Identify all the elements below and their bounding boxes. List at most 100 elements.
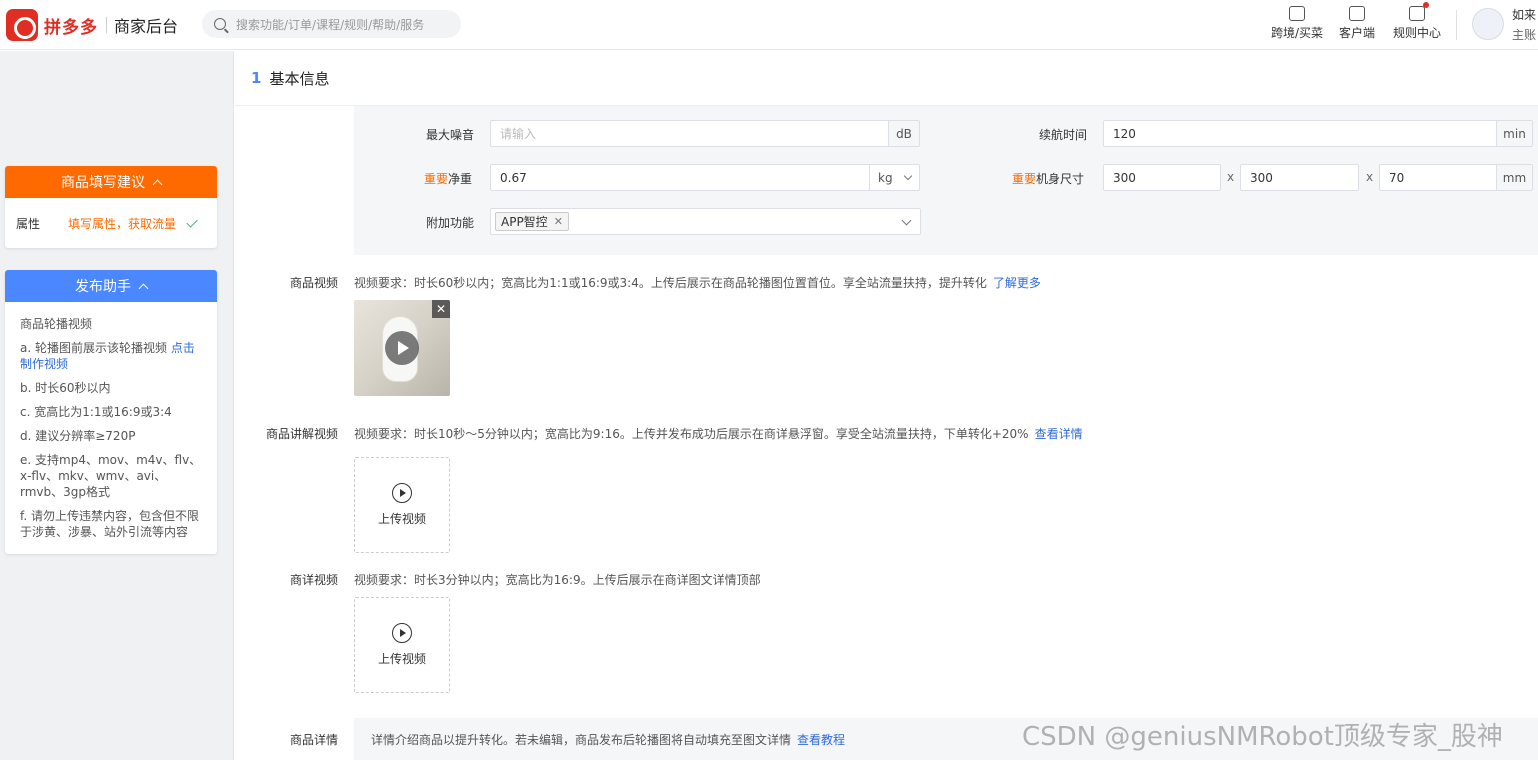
logo-divider	[106, 17, 107, 33]
view-tutorial-link[interactable]: 查看教程	[797, 733, 845, 747]
search-icon	[214, 18, 226, 30]
chevron-down-icon	[903, 171, 912, 180]
helper-card-header[interactable]: 发布助手	[5, 270, 217, 302]
explain-video-desc: 视频要求：时长10秒～5分钟以内；宽高比为9:16。上传并发布成功后展示在商详悬…	[354, 425, 1083, 442]
max-noise-unit: dB	[888, 120, 920, 147]
explain-video-label: 商品讲解视频	[265, 427, 338, 441]
suggestion-card-header[interactable]: 商品填写建议	[5, 166, 217, 198]
helper-item-e: e. 支持mp4、mov、m4v、flv、x-flv、mkv、wmv、avi、r…	[20, 453, 202, 499]
battery-input[interactable]: 120	[1103, 120, 1497, 147]
brand-name: 拼多多	[44, 17, 98, 38]
header-divider	[1456, 10, 1457, 40]
tag-label: APP智控	[501, 215, 548, 229]
helper-item-f: f. 请勿上传违禁内容，包含但不限于涉黄、涉暴、站外引流等内容	[20, 509, 199, 539]
brand-logo[interactable]: 拼多多 商家后台	[6, 9, 178, 41]
suggestion-row-label: 属性	[16, 216, 41, 231]
suggestion-row-tip: 填写属性，获取流量	[68, 216, 177, 231]
size-length-input[interactable]: 300	[1103, 164, 1221, 191]
size-height-input[interactable]: 70	[1379, 164, 1497, 191]
helper-item-d: d. 建议分辨率≥720P	[20, 429, 136, 443]
product-video-desc-text: 视频要求：时长60秒以内；宽高比为1:1或16:9或3:4。上传后展示在商品轮播…	[354, 276, 987, 290]
nav-cross-border[interactable]: 跨境/买菜	[1271, 6, 1323, 41]
main-content: 1 基本信息 最大噪音 请输入 dB 续航时间 120 min 重要净重 0.6…	[234, 51, 1538, 760]
chevron-down-icon	[901, 215, 912, 226]
top-header: 拼多多 商家后台 搜索功能/订单/课程/规则/帮助/服务 跨境/买菜 客户端 规…	[0, 0, 1538, 50]
nav-label: 客户端	[1339, 26, 1376, 40]
helper-heading: 商品轮播视频	[20, 317, 93, 331]
user-name[interactable]: 如来	[1512, 6, 1536, 23]
notification-dot	[1423, 2, 1429, 8]
product-video-desc: 视频要求：时长60秒以内；宽高比为1:1或16:9或3:4。上传后展示在商品轮播…	[354, 274, 1041, 291]
upload-label: 上传视频	[377, 512, 426, 526]
avatar[interactable]	[1472, 8, 1504, 40]
suggestion-card: 商品填写建议 属性 填写属性，获取流量	[5, 166, 217, 248]
weight-label: 重要净重	[424, 170, 472, 187]
attributes-panel: 最大噪音 请输入 dB 续航时间 120 min 重要净重 0.67 kg 重要…	[354, 106, 1538, 255]
close-icon[interactable]: ✕	[554, 215, 563, 228]
upload-label: 上传视频	[377, 652, 426, 666]
weight-unit-value: kg	[878, 170, 893, 185]
product-details-desc-text: 详情介绍商品以提升转化。若未编辑，商品发布后轮播图将自动填充至图文详情	[371, 733, 792, 747]
play-circle-icon	[392, 623, 412, 643]
brand-subtitle: 商家后台	[114, 17, 179, 36]
important-tag: 重要	[1012, 172, 1037, 186]
helper-item-a-text: a. 轮播图前展示该轮播视频	[20, 341, 167, 355]
helper-item-a: a. 轮播图前展示该轮播视频 点击制作视频	[20, 340, 202, 372]
explain-video-desc-text: 视频要求：时长10秒～5分钟以内；宽高比为9:16。上传并发布成功后展示在商详悬…	[354, 427, 1029, 441]
explain-video-upload-button[interactable]: 上传视频	[354, 457, 450, 553]
product-details-desc: 详情介绍商品以提升转化。若未编辑，商品发布后轮播图将自动填充至图文详情 查看教程	[371, 731, 845, 748]
size-width-input[interactable]: 300	[1240, 164, 1359, 191]
weight-input[interactable]: 0.67	[490, 164, 871, 191]
close-icon[interactable]: ✕	[432, 300, 450, 318]
nav-client[interactable]: 客户端	[1339, 6, 1375, 41]
extra-function-label: 附加功能	[426, 216, 475, 230]
publish-helper-card: 发布助手 商品轮播视频 a. 轮播图前展示该轮播视频 点击制作视频 b. 时长6…	[5, 270, 217, 554]
pinduoduo-logo-icon	[6, 9, 38, 41]
section-number: 1	[251, 69, 262, 87]
watermark: CSDN @geniusNMRobot顶级专家_股神	[1022, 722, 1503, 752]
suggestion-title: 商品填写建议	[61, 175, 145, 191]
size-separator: x	[1227, 170, 1235, 184]
battery-label: 续航时间	[1039, 128, 1088, 142]
helper-item-b: b. 时长60秒以内	[20, 381, 111, 395]
product-video-label: 商品视频	[289, 276, 338, 290]
max-noise-input[interactable]: 请输入	[490, 120, 889, 147]
nav-label: 规则中心	[1393, 26, 1442, 40]
check-icon	[186, 215, 198, 228]
chevron-up-icon	[152, 179, 163, 189]
detail-video-upload-button[interactable]: 上传视频	[354, 597, 450, 693]
play-icon[interactable]	[385, 331, 419, 365]
learn-more-link[interactable]: 了解更多	[993, 276, 1041, 290]
battery-unit: min	[1496, 120, 1533, 147]
suggestion-row[interactable]: 属性 填写属性，获取流量	[5, 198, 217, 248]
helper-title: 发布助手	[75, 279, 131, 295]
section-header: 1 基本信息	[234, 51, 1538, 106]
max-noise-label: 最大噪音	[426, 128, 475, 142]
view-details-link[interactable]: 查看详情	[1035, 427, 1083, 441]
size-unit: mm	[1496, 164, 1533, 191]
helper-body: 商品轮播视频 a. 轮播图前展示该轮播视频 点击制作视频 b. 时长60秒以内 …	[5, 302, 217, 554]
product-details-label: 商品详情	[289, 733, 338, 747]
section-title: 基本信息	[269, 69, 330, 88]
desktop-icon	[1349, 6, 1365, 21]
left-sidebar: 商品填写建议 属性 填写属性，获取流量 发布助手 商品轮播视频 a. 轮播图前展…	[0, 51, 234, 760]
play-circle-icon	[392, 483, 412, 503]
weight-label-text: 净重	[448, 172, 473, 186]
detail-video-label: 商详视频	[289, 573, 338, 587]
helper-item-c: c. 宽高比为1:1或16:9或3:4	[20, 405, 172, 419]
extra-function-tag[interactable]: APP智控 ✕	[495, 212, 569, 231]
user-role: 主账	[1512, 28, 1537, 42]
size-label-text: 机身尺寸	[1036, 172, 1085, 186]
product-video-thumbnail[interactable]: ✕	[354, 300, 450, 396]
extra-function-select[interactable]: APP智控 ✕	[490, 208, 921, 235]
store-icon	[1289, 6, 1306, 21]
size-separator: x	[1366, 170, 1374, 184]
global-search-input[interactable]: 搜索功能/订单/课程/规则/帮助/服务	[202, 10, 461, 38]
nav-rules-center[interactable]: 规则中心	[1393, 2, 1442, 41]
chevron-up-icon	[138, 283, 149, 293]
important-tag: 重要	[424, 172, 449, 186]
detail-video-desc: 视频要求：时长3分钟以内；宽高比为16:9。上传后展示在商详图文详情顶部	[354, 573, 761, 587]
nav-label: 跨境/买菜	[1271, 26, 1324, 40]
weight-unit-select[interactable]: kg	[869, 164, 920, 191]
document-icon	[1409, 2, 1429, 21]
